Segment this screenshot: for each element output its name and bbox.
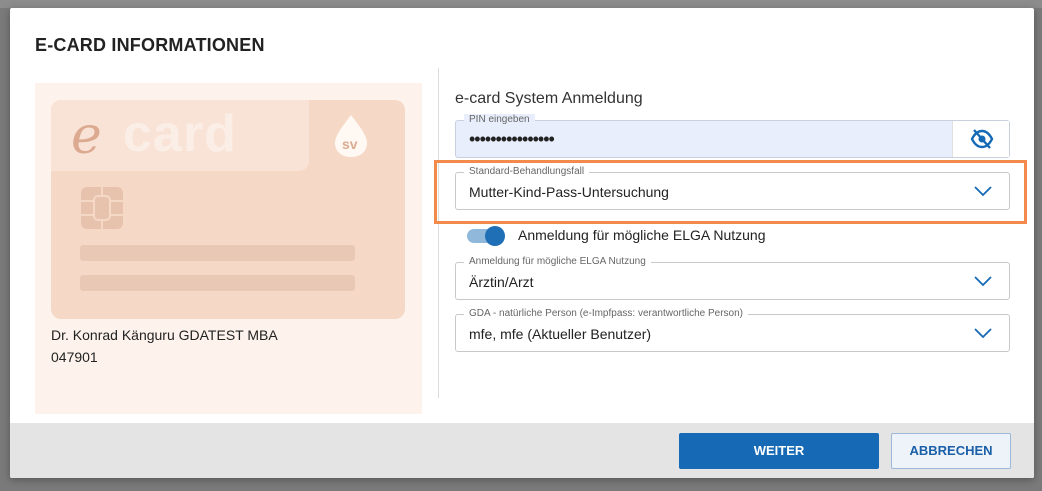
vertical-divider [438,68,439,398]
sv-logo-icon: sv [335,115,367,157]
card-bar [80,245,355,261]
elga-toggle[interactable] [467,226,505,246]
pin-field[interactable]: PIN eingeben •••••••••••••••• [455,114,1010,158]
chevron-down-icon[interactable] [973,326,993,340]
weiter-button[interactable]: WEITER [679,433,879,469]
elga-role-value: Ärztin/Arzt [469,274,534,290]
gda-label: GDA - natürliche Person (e-Impfpass: ver… [464,308,748,320]
gda-value: mfe, mfe (Aktueller Benutzer) [469,326,652,342]
highlight-box [434,160,1027,224]
ecard-logo-text: card [123,105,237,163]
pin-input[interactable]: •••••••••••••••• [469,129,555,150]
ecard-image: e card sv [51,100,405,319]
card-bar [80,275,355,291]
ecard-dialog: E-CARD INFORMATIONEN e card sv Dr. Konra… [10,8,1034,478]
gda-select[interactable]: GDA - natürliche Person (e-Impfpass: ver… [455,308,1010,352]
elga-role-select[interactable]: Anmeldung für mögliche ELGA Nutzung Ärzt… [455,256,1010,300]
pin-label: PIN eingeben [464,114,535,126]
eye-off-icon [970,129,994,149]
backdrop [0,0,1042,8]
abbrechen-button[interactable]: ABBRECHEN [891,433,1011,469]
ecard-logo: e card [51,100,309,171]
dialog-footer: WEITER ABBRECHEN [10,423,1034,478]
sv-logo-text: sv [342,136,358,152]
ecard-logo-e: e [71,106,102,166]
chevron-down-icon[interactable] [973,274,993,288]
dialog-title: E-CARD INFORMATIONEN [35,35,265,55]
card-holder-name: Dr. Konrad Känguru GDATEST MBA [51,327,278,343]
chip-icon [81,187,123,229]
section-title: e-card System Anmeldung [455,90,643,107]
toggle-pin-visibility-button[interactable] [952,121,1009,157]
toggle-knob [485,226,505,246]
elga-role-label: Anmeldung für mögliche ELGA Nutzung [464,256,651,268]
card-holder-id: 047901 [51,349,98,365]
elga-toggle-label: Anmeldung für mögliche ELGA Nutzung [518,227,766,243]
ecard-panel: e card sv Dr. Konrad Känguru GDATEST MBA… [35,83,422,414]
